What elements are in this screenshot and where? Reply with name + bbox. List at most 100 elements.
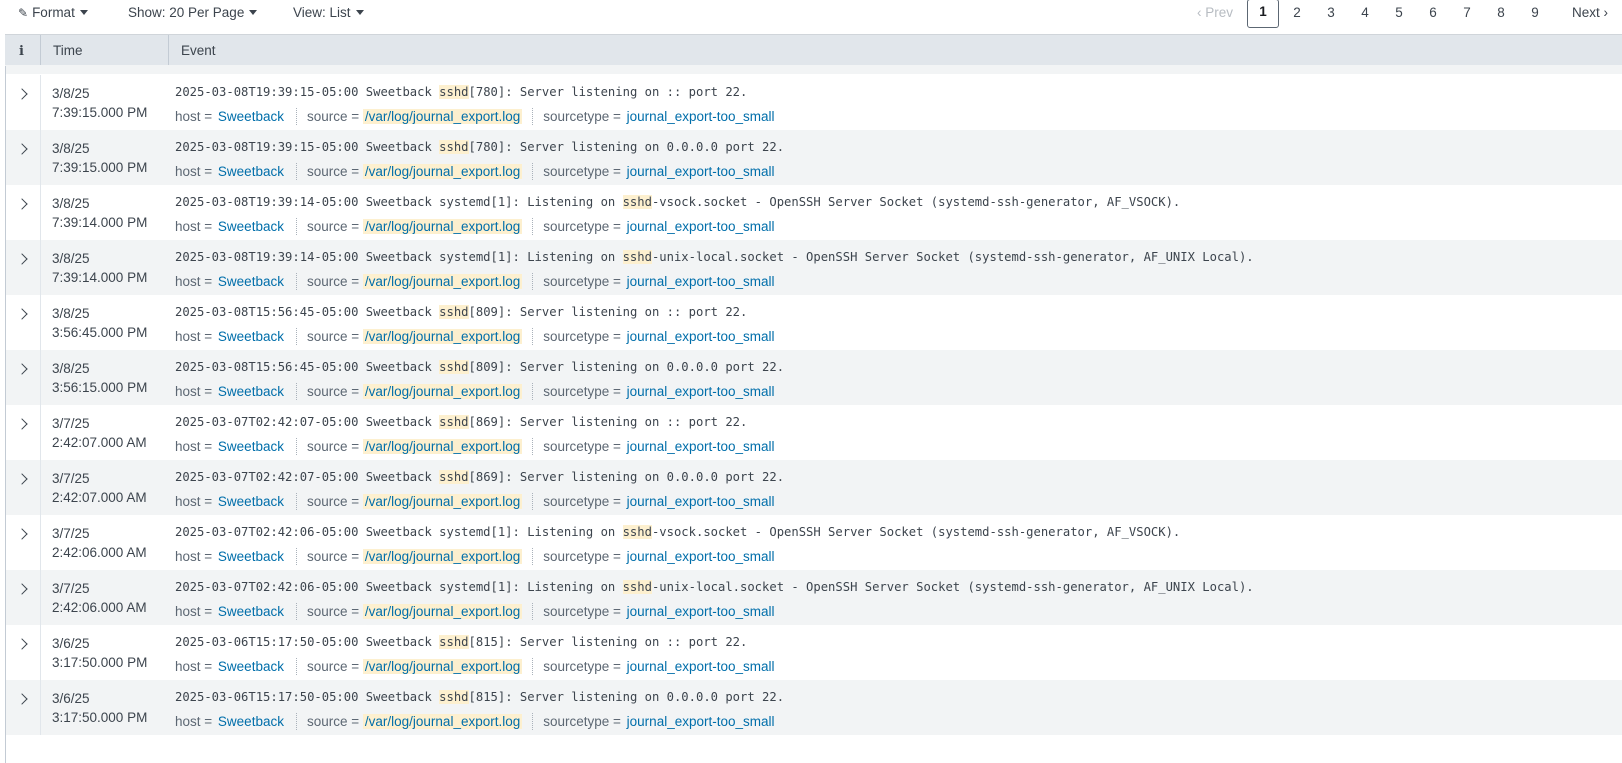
event-time[interactable]: 3/6/25 3:17:50.000 PM: [52, 634, 147, 672]
event-raw-text[interactable]: 2025-03-08T15:56:45-05:00 Sweetback sshd…: [175, 359, 784, 376]
source-value-link[interactable]: /var/log/journal_export.log: [362, 439, 523, 454]
sourcetype-value-link[interactable]: journal_export-too_small: [625, 549, 777, 564]
sourcetype-value-link[interactable]: journal_export-too_small: [625, 659, 777, 674]
host-value-link[interactable]: Sweetback: [216, 164, 286, 179]
event-time[interactable]: 3/7/25 2:42:07.000 AM: [52, 469, 147, 507]
event-column-header[interactable]: Event: [181, 35, 216, 66]
sourcetype-value-link[interactable]: journal_export-too_small: [625, 494, 777, 509]
sourcetype-value-link[interactable]: journal_export-too_small: [625, 384, 777, 399]
page-3-button[interactable]: 3: [1316, 0, 1346, 26]
host-value-link[interactable]: Sweetback: [216, 384, 286, 399]
info-column-header[interactable]: i: [19, 35, 24, 66]
event-raw-text[interactable]: 2025-03-07T02:42:07-05:00 Sweetback sshd…: [175, 414, 747, 431]
source-value-link[interactable]: /var/log/journal_export.log: [362, 274, 523, 289]
page-8-button[interactable]: 8: [1486, 0, 1516, 26]
source-value-link[interactable]: /var/log/journal_export.log: [362, 219, 523, 234]
search-term-highlight[interactable]: sshd: [622, 580, 652, 594]
source-value-link[interactable]: /var/log/journal_export.log: [362, 109, 523, 124]
event-time[interactable]: 3/8/25 7:39:14.000 PM: [52, 249, 147, 287]
host-value-link[interactable]: Sweetback: [216, 329, 286, 344]
event-time[interactable]: 3/7/25 2:42:06.000 AM: [52, 579, 147, 617]
source-value-link[interactable]: /var/log/journal_export.log: [362, 329, 523, 344]
event-raw-text[interactable]: 2025-03-07T02:42:07-05:00 Sweetback sshd…: [175, 469, 784, 486]
page-2-button[interactable]: 2: [1282, 0, 1312, 26]
host-value-link[interactable]: Sweetback: [216, 109, 286, 124]
event-raw-text[interactable]: 2025-03-08T15:56:45-05:00 Sweetback sshd…: [175, 304, 747, 321]
expand-chevron-icon[interactable]: [16, 693, 28, 705]
expand-chevron-icon[interactable]: [16, 143, 28, 155]
source-value-link[interactable]: /var/log/journal_export.log: [362, 164, 523, 179]
search-term-highlight[interactable]: sshd: [439, 305, 469, 319]
search-term-highlight[interactable]: sshd: [439, 690, 469, 704]
search-term-highlight[interactable]: sshd: [439, 415, 469, 429]
event-time[interactable]: 3/8/25 3:56:45.000 PM: [52, 304, 147, 342]
event-time[interactable]: 3/7/25 2:42:07.000 AM: [52, 414, 147, 452]
sourcetype-value-link[interactable]: journal_export-too_small: [625, 274, 777, 289]
source-value-link[interactable]: /var/log/journal_export.log: [362, 549, 523, 564]
next-page-button[interactable]: Next ›: [1565, 0, 1615, 26]
sourcetype-value-link[interactable]: journal_export-too_small: [625, 714, 777, 729]
event-raw-text[interactable]: 2025-03-06T15:17:50-05:00 Sweetback sshd…: [175, 634, 747, 651]
source-value-link[interactable]: /var/log/journal_export.log: [362, 659, 523, 674]
source-value-link[interactable]: /var/log/journal_export.log: [362, 604, 523, 619]
search-term-highlight[interactable]: sshd: [439, 635, 469, 649]
expand-chevron-icon[interactable]: [16, 88, 28, 100]
host-value-link[interactable]: Sweetback: [216, 219, 286, 234]
event-raw-text[interactable]: 2025-03-07T02:42:06-05:00 Sweetback syst…: [175, 524, 1180, 541]
event-time[interactable]: 3/6/25 3:17:50.000 PM: [52, 689, 147, 727]
host-value-link[interactable]: Sweetback: [216, 604, 286, 619]
expand-chevron-icon[interactable]: [16, 638, 28, 650]
search-term-highlight[interactable]: sshd: [439, 85, 469, 99]
event-time[interactable]: 3/8/25 7:39:14.000 PM: [52, 194, 147, 232]
event-time[interactable]: 3/8/25 3:56:15.000 PM: [52, 359, 147, 397]
expand-chevron-icon[interactable]: [16, 253, 28, 265]
host-value-link[interactable]: Sweetback: [216, 439, 286, 454]
event-time[interactable]: 3/8/25 7:39:15.000 PM: [52, 84, 147, 122]
search-term-highlight[interactable]: sshd: [439, 360, 469, 374]
expand-chevron-icon[interactable]: [16, 308, 28, 320]
source-value-link[interactable]: /var/log/journal_export.log: [362, 384, 523, 399]
format-menu-button[interactable]: ✎ Format: [18, 5, 88, 20]
host-value-link[interactable]: Sweetback: [216, 549, 286, 564]
prev-page-button[interactable]: ‹ Prev: [1190, 0, 1240, 26]
search-term-highlight[interactable]: sshd: [439, 470, 469, 484]
page-5-button[interactable]: 5: [1384, 0, 1414, 26]
expand-chevron-icon[interactable]: [16, 418, 28, 430]
page-9-button[interactable]: 9: [1520, 0, 1550, 26]
page-1-button[interactable]: 1: [1247, 0, 1279, 28]
source-value-link[interactable]: /var/log/journal_export.log: [362, 494, 523, 509]
search-term-highlight[interactable]: sshd: [622, 525, 652, 539]
event-raw-text[interactable]: 2025-03-07T02:42:06-05:00 Sweetback syst…: [175, 579, 1254, 596]
time-column-header[interactable]: Time: [53, 35, 83, 66]
event-raw-text[interactable]: 2025-03-08T19:39:14-05:00 Sweetback syst…: [175, 194, 1180, 211]
event-raw-text[interactable]: 2025-03-08T19:39:15-05:00 Sweetback sshd…: [175, 139, 784, 156]
host-value-link[interactable]: Sweetback: [216, 659, 286, 674]
search-term-highlight[interactable]: sshd: [622, 250, 652, 264]
sourcetype-value-link[interactable]: journal_export-too_small: [625, 604, 777, 619]
expand-chevron-icon[interactable]: [16, 473, 28, 485]
host-value-link[interactable]: Sweetback: [216, 494, 286, 509]
sourcetype-value-link[interactable]: journal_export-too_small: [625, 439, 777, 454]
sourcetype-value-link[interactable]: journal_export-too_small: [625, 219, 777, 234]
source-value-link[interactable]: /var/log/journal_export.log: [362, 714, 523, 729]
search-term-highlight[interactable]: sshd: [622, 195, 652, 209]
event-time[interactable]: 3/7/25 2:42:06.000 AM: [52, 524, 147, 562]
event-raw-text[interactable]: 2025-03-06T15:17:50-05:00 Sweetback sshd…: [175, 689, 784, 706]
sourcetype-value-link[interactable]: journal_export-too_small: [625, 109, 777, 124]
event-raw-text[interactable]: 2025-03-08T19:39:15-05:00 Sweetback sshd…: [175, 84, 747, 101]
expand-chevron-icon[interactable]: [16, 198, 28, 210]
sourcetype-value-link[interactable]: journal_export-too_small: [625, 329, 777, 344]
host-value-link[interactable]: Sweetback: [216, 274, 286, 289]
sourcetype-value-link[interactable]: journal_export-too_small: [625, 164, 777, 179]
page-4-button[interactable]: 4: [1350, 0, 1380, 26]
show-per-page-button[interactable]: Show: 20 Per Page: [128, 5, 258, 20]
page-6-button[interactable]: 6: [1418, 0, 1448, 26]
host-value-link[interactable]: Sweetback: [216, 714, 286, 729]
event-raw-text[interactable]: 2025-03-08T19:39:14-05:00 Sweetback syst…: [175, 249, 1254, 266]
view-mode-button[interactable]: View: List: [293, 5, 364, 20]
expand-chevron-icon[interactable]: [16, 583, 28, 595]
expand-chevron-icon[interactable]: [16, 363, 28, 375]
page-7-button[interactable]: 7: [1452, 0, 1482, 26]
expand-chevron-icon[interactable]: [16, 528, 28, 540]
event-time[interactable]: 3/8/25 7:39:15.000 PM: [52, 139, 147, 177]
